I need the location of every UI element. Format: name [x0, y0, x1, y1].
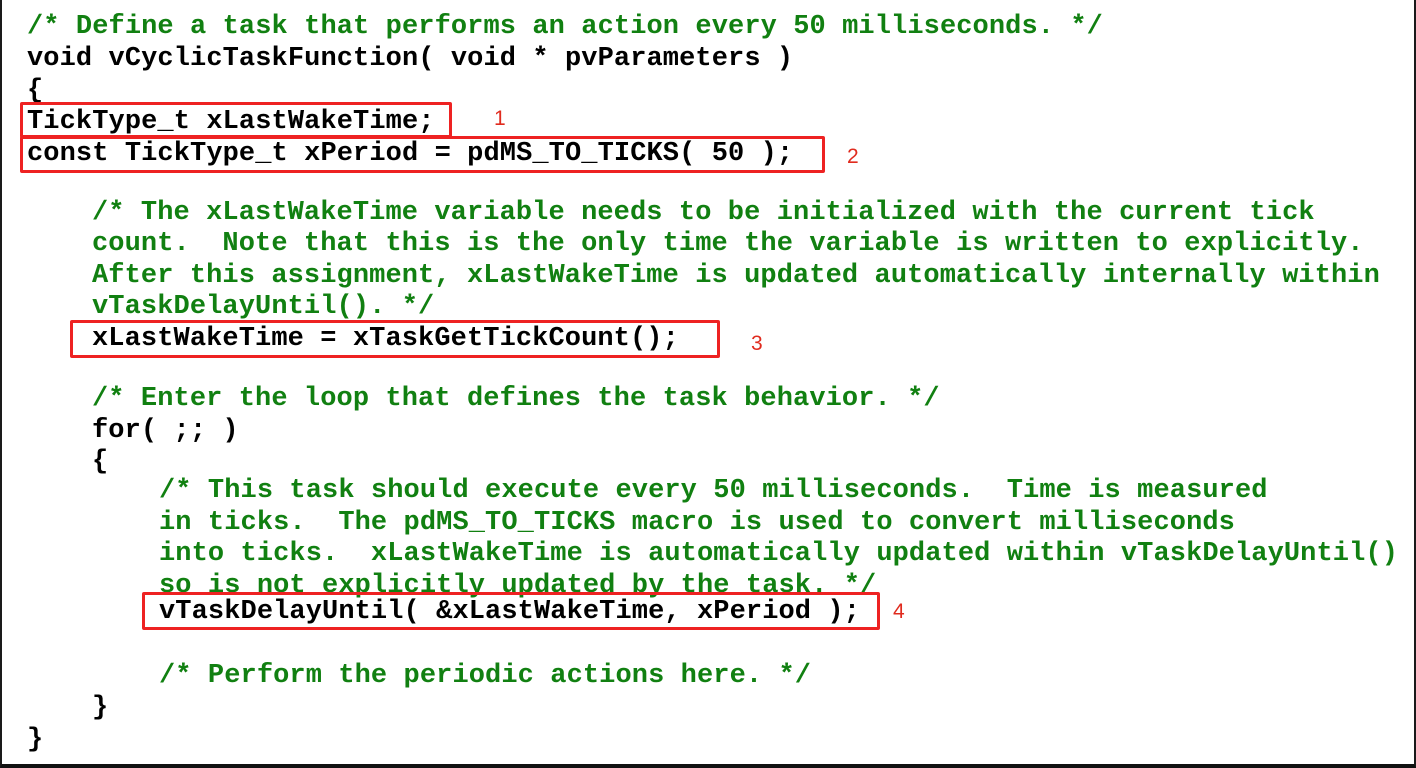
code-comment-line: /* Define a task that performs an action…: [27, 12, 1103, 42]
annotation-number-2: 2: [847, 145, 859, 168]
code-text-layer: /* Define a task that performs an action…: [2, 0, 1414, 764]
code-line: TickType_t xLastWakeTime;: [27, 107, 435, 137]
code-line: for( ;; ): [92, 416, 239, 446]
code-line: const TickType_t xPeriod = pdMS_TO_TICKS…: [27, 139, 794, 169]
code-comment-line: /* Perform the periodic actions here. */: [159, 661, 812, 691]
code-line: xLastWakeTime = xTaskGetTickCount();: [92, 324, 679, 354]
code-comment-line: /* Enter the loop that defines the task …: [92, 384, 940, 414]
code-comment-line: count. Note that this is the only time t…: [92, 229, 1364, 259]
annotation-number-1: 1: [494, 107, 506, 130]
code-line: {: [27, 76, 44, 106]
code-line: }: [27, 725, 44, 755]
code-comment-line: /* The xLastWakeTime variable needs to b…: [92, 198, 1315, 228]
code-line: vTaskDelayUntil( &xLastWakeTime, xPeriod…: [159, 597, 861, 627]
code-comment-line: After this assignment, xLastWakeTime is …: [92, 261, 1380, 291]
code-comment-line: vTaskDelayUntil(). */: [92, 292, 435, 322]
code-line: {: [92, 447, 109, 477]
code-comment-line: /* This task should execute every 50 mil…: [159, 476, 1268, 506]
code-comment-line: in ticks. The pdMS_TO_TICKS macro is use…: [159, 508, 1235, 538]
annotation-number-3: 3: [751, 332, 763, 355]
code-line: void vCyclicTaskFunction( void * pvParam…: [27, 44, 794, 74]
code-listing-page: /* Define a task that performs an action…: [0, 0, 1416, 768]
annotation-number-4: 4: [893, 600, 905, 623]
code-comment-line: into ticks. xLastWakeTime is automatical…: [159, 539, 1398, 569]
code-line: }: [92, 693, 109, 723]
